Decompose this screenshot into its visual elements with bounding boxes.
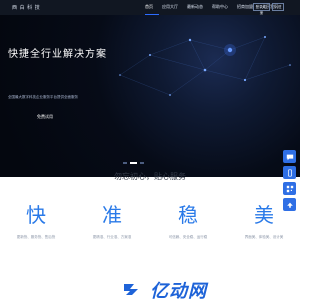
hero-title: 快捷全行业解决方案 (8, 49, 107, 60)
free-trial-button[interactable]: 免费试用 (25, 110, 65, 123)
nav-item-franchise[interactable]: 招商加盟 (237, 4, 253, 10)
arrow-up-icon (286, 202, 293, 208)
carousel-dot[interactable] (140, 162, 144, 164)
feature-stable: 稳 可信赖、安全稳、运行稳 (158, 199, 218, 240)
feature-desc: 界面美、体验美、设计美 (244, 235, 284, 239)
brand-logo-mark-icon (124, 284, 138, 295)
hero-banner: 快捷全行业解决方案 全国最大数字科技企业服务平台提供全面服务 免费试用 (0, 15, 300, 177)
feature-desc: 可信赖、安全稳、运行稳 (168, 235, 208, 239)
site-logo[interactable]: 西 白 科 技 (12, 4, 40, 11)
feature-char: 稳 (178, 203, 198, 227)
top-header: 西 白 科 技 首页 应用大厅 最新动态 帮助中心 招商加盟 关于我们 登录/注… (0, 0, 300, 15)
nav-item-app-hall[interactable]: 应用大厅 (162, 4, 178, 10)
carousel-dot[interactable] (123, 162, 127, 164)
phone-icon (287, 168, 292, 177)
carousel-dot-active[interactable] (130, 162, 137, 164)
hero-subtitle: 全国最大数字科技企业服务平台提供全面服务 (8, 95, 78, 99)
register-button[interactable]: 入驻 (272, 3, 284, 11)
qrcode-icon (286, 185, 293, 192)
login-button[interactable]: 登录/注册 (253, 3, 270, 15)
feature-desc: 更精准、行业准、方案准 (92, 235, 132, 239)
chat-icon (286, 154, 293, 160)
nav-item-news[interactable]: 最新动态 (187, 4, 203, 10)
feature-fast: 快 更新快、服务快、售后快 (6, 199, 66, 240)
feature-desc: 更新快、服务快、售后快 (16, 235, 56, 239)
phone-button[interactable] (283, 166, 296, 179)
qrcode-button[interactable] (283, 182, 296, 195)
nav-item-help[interactable]: 帮助中心 (212, 4, 228, 10)
feature-accurate: 准 更精准、行业准、方案准 (82, 199, 142, 240)
nav-item-home[interactable]: 首页 (145, 4, 153, 10)
feature-char: 快 (26, 203, 46, 227)
feature-char: 准 (102, 203, 122, 227)
features-title: 勿忘初心，贴心服务 (114, 172, 186, 181)
carousel-dots (123, 162, 147, 164)
floating-sidebar (283, 150, 296, 214)
back-to-top-button[interactable] (283, 198, 296, 211)
brand-name: 亿动网 (150, 281, 207, 300)
chat-button[interactable] (283, 150, 296, 163)
